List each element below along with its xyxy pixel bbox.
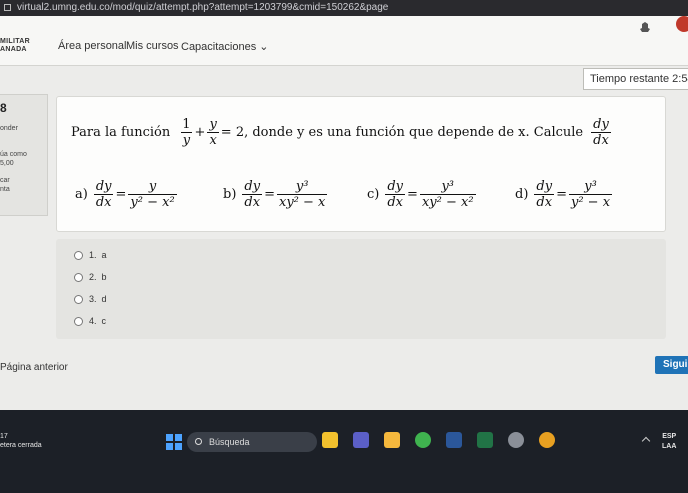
timer-label: Tiempo restante (590, 73, 670, 85)
fraction-dy-dx: dy dx (591, 117, 611, 148)
question-stem: Para la función 1y + yx = 2 , donde y es… (71, 117, 611, 148)
url-text: virtual2.umng.edu.co/mod/quiz/attempt.ph… (17, 2, 389, 13)
flag-question-link[interactable]: car (0, 177, 10, 184)
pinned-apps (322, 432, 570, 448)
user-avatar[interactable] (676, 16, 688, 32)
radio-button[interactable] (74, 294, 83, 304)
timer-value: 2:54 (672, 73, 688, 85)
question-mark-value: 5,00 (0, 160, 14, 167)
taskbar-search[interactable]: Búsqueda (187, 432, 317, 452)
option-a: a) dy dx = y y² − x² (75, 179, 177, 210)
site-logo[interactable]: MILITAR ANADA (0, 38, 30, 54)
windows-start-icon[interactable] (166, 434, 182, 450)
question-mark-label: úa como (0, 151, 27, 158)
site-info-icon[interactable] (4, 3, 11, 11)
question-number: 8 (0, 101, 7, 115)
nav-area-personal[interactable]: Área personal (58, 40, 127, 52)
answer-choice-3[interactable]: 3. d (74, 294, 107, 304)
windows-taskbar: 17 etera cerrada Búsqueda ESP LAA (0, 410, 688, 493)
radio-button[interactable] (74, 250, 83, 260)
flag-question-link-2[interactable]: nta (0, 186, 10, 193)
nav-mis-cursos[interactable]: Mis cursos (126, 40, 179, 52)
quiz-page: MILITAR ANADA Área personal Mis cursos C… (0, 16, 688, 410)
next-page-button[interactable]: Sigui (655, 356, 688, 374)
answer-choice-4[interactable]: 4. c (74, 316, 106, 326)
chrome-icon[interactable] (415, 432, 431, 448)
question-status: onder (0, 125, 18, 132)
search-icon (195, 438, 202, 445)
language-indicator[interactable]: ESP LAA (662, 432, 676, 452)
option-d: d) dy dx = y³ y² − x (515, 179, 613, 210)
radio-button[interactable] (74, 272, 83, 282)
option-c: c) dy dx = y³ xy² − x² (367, 179, 476, 210)
weather-widget[interactable]: 17 etera cerrada (0, 432, 42, 450)
browser-url-bar[interactable]: virtual2.umng.edu.co/mod/quiz/attempt.ph… (0, 0, 688, 16)
previous-page-button[interactable]: Página anterior (0, 362, 68, 373)
stem-condition: , donde y es una función que depende de … (244, 125, 584, 140)
copilot-icon[interactable] (322, 432, 338, 448)
notifications-bell-icon[interactable] (640, 22, 650, 32)
answer-choice-1[interactable]: 1. a (74, 250, 107, 260)
time-remaining-box: Tiempo restante 2:54 (583, 68, 688, 90)
word-icon[interactable] (446, 432, 462, 448)
teams-icon[interactable] (353, 432, 369, 448)
excel-icon[interactable] (477, 432, 493, 448)
nav-capacitaciones[interactable]: Capacitaciones ⌄ (181, 40, 268, 53)
question-info-panel: 8 onder úa como 5,00 car nta (0, 94, 48, 216)
chrome-profile-icon[interactable] (539, 432, 555, 448)
radio-button[interactable] (74, 316, 83, 326)
question-text-box: Para la función 1y + yx = 2 , donde y es… (56, 96, 666, 232)
fraction-1-over-y: 1y (180, 117, 193, 148)
stem-intro: Para la función (71, 125, 171, 140)
fraction-y-over-x: yx (207, 117, 219, 148)
answer-choice-2[interactable]: 2. b (74, 272, 107, 282)
option-list: a) dy dx = y y² − x² b) dy dx = y³ xy² − x c… (75, 179, 665, 219)
file-explorer-icon[interactable] (384, 432, 400, 448)
option-b: b) dy dx = y³ xy² − x (223, 179, 328, 210)
settings-gear-icon[interactable] (508, 432, 524, 448)
chevron-up-icon[interactable] (641, 436, 651, 446)
answer-choices: 1. a 2. b 3. d 4. c (56, 239, 666, 339)
top-navigation: MILITAR ANADA Área personal Mis cursos C… (0, 16, 688, 66)
